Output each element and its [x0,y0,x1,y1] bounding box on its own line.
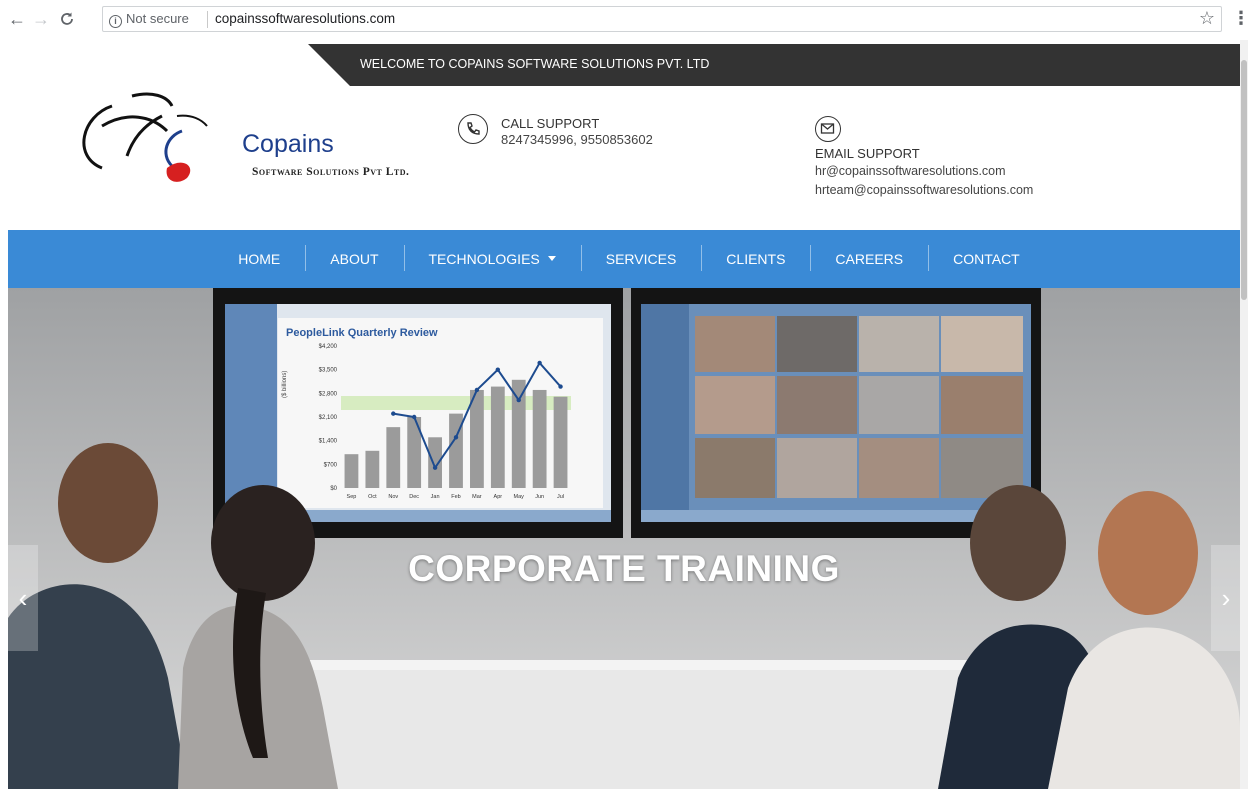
screen-line-point [537,360,542,366]
hero-slider: PeopleLink Quarterly Review ($ billions)… [8,288,1240,789]
site-header: Copains Software Solutions Pvt Ltd. CALL… [8,86,1240,230]
screen-y-tick: $0 [330,486,337,492]
url-text[interactable]: copainssoftwaresolutions.com [215,11,395,26]
screen-y-tick: $2,800 [319,391,338,397]
screen-x-tick: Jul [557,494,564,500]
info-icon: i [109,15,122,28]
top-bar: WELCOME TO COPAINS SOFTWARE SOLUTIONS PV… [8,44,1240,86]
back-arrow-icon[interactable]: ← [6,8,28,30]
reload-icon[interactable] [56,8,78,30]
welcome-text: WELCOME TO COPAINS SOFTWARE SOLUTIONS PV… [360,57,710,71]
screen-y-label: ($ billions) [282,371,288,398]
screen-x-tick: Jan [431,494,440,500]
email-link-hr[interactable]: hr@copainssoftwaresolutions.com [815,164,1006,178]
screen-y-tick: $1,400 [319,439,338,445]
main-navigation: HOME ABOUT TECHNOLOGIES SERVICES CLIENTS… [8,230,1240,288]
screen-y-tick: $3,500 [319,368,338,374]
nav-services[interactable]: SERVICES [580,245,702,271]
screen-line-point [391,411,396,416]
browser-toolbar: ← → i Not secure copainssoftwaresolutions… [0,0,1248,40]
screen-x-tick: Jun [535,494,544,500]
page-scrollbar[interactable] [1240,40,1248,789]
screen-x-tick: Mar [472,494,482,500]
screen-x-tick: Nov [388,494,398,500]
screen-y-tick: $4,200 [319,344,338,350]
screen-line-point [432,465,438,470]
nav-careers[interactable]: CAREERS [810,245,928,271]
screen-x-tick: Apr [494,494,503,500]
screen-line-point [516,397,521,403]
chevron-down-icon [547,256,556,261]
hero-caption: CORPORATE TRAINING [408,548,840,589]
nav-technologies-label: TECHNOLOGIES [428,251,540,267]
screen-x-tick: Dec [409,494,419,500]
screen-bar [386,427,401,488]
email-support-title: EMAIL SUPPORT [815,146,920,161]
star-icon[interactable]: ☆ [1199,8,1215,29]
forward-arrow-icon[interactable]: → [30,8,52,30]
screen-bar [490,386,505,488]
kebab-menu-icon[interactable]: ⋮ [1232,8,1248,29]
nav-contact[interactable]: CONTACT [928,245,1045,271]
email-link-hrteam[interactable]: hrteam@copainssoftwaresolutions.com [815,183,1033,197]
screen-line-point [474,387,480,393]
screen-x-tick: Oct [368,494,377,500]
logo-name: Copains [242,130,334,158]
hero-image: PeopleLink Quarterly Review ($ billions)… [8,288,1240,789]
logo-subtitle: Software Solutions Pvt Ltd. [252,166,410,178]
screen-bar [553,396,568,488]
screen-line-point [453,435,459,440]
screen-bar [532,389,547,488]
screen-bar [511,379,526,488]
slider-prev-button[interactable]: ‹ [8,545,38,651]
company-logo[interactable]: Copains Software Solutions Pvt Ltd. [72,86,409,206]
web-page: WELCOME TO COPAINS SOFTWARE SOLUTIONS PV… [8,40,1240,789]
address-bar[interactable]: i Not secure copainssoftwaresolutions.com… [102,6,1222,32]
security-label: Not secure [126,11,189,26]
screen-bar [470,389,484,488]
screen-bar [344,454,359,488]
screen-y-tick: $2,100 [319,415,338,421]
screen-line-point [558,384,563,389]
phone-icon [458,114,488,144]
screen-bar [428,437,442,488]
envelope-icon [815,116,841,142]
screen-y-tick: $700 [324,462,338,468]
screen-line-point [411,414,417,420]
screen-x-tick: Feb [451,494,460,500]
nav-technologies[interactable]: TECHNOLOGIES [403,245,581,271]
nav-clients[interactable]: CLIENTS [701,245,810,271]
slider-next-button[interactable]: › [1211,545,1240,651]
screen-x-tick: Sep [347,494,357,500]
scrollbar-thumb[interactable] [1241,60,1247,300]
call-support-title: CALL SUPPORT [501,116,600,131]
screen-bar [365,450,380,488]
screen-x-tick: May [514,494,525,500]
screen-chart-title: PeopleLink Quarterly Review [286,327,438,339]
address-divider [207,11,208,28]
nav-menu: HOME ABOUT TECHNOLOGIES SERVICES CLIENTS… [8,230,1240,288]
nav-home[interactable]: HOME [213,249,305,269]
screen-line-point [495,367,501,372]
call-support-numbers[interactable]: 8247345996, 9550853602 [501,132,653,147]
nav-about[interactable]: ABOUT [305,245,403,271]
security-indicator[interactable]: i Not secure [109,11,189,28]
